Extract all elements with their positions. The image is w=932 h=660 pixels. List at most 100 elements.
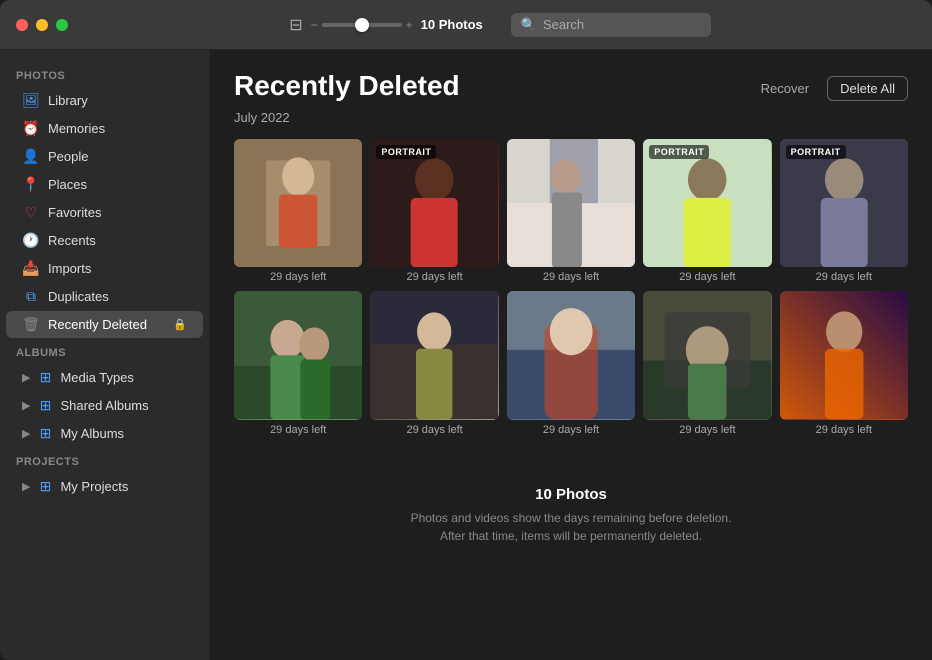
days-left-label: 29 days left [234,271,362,283]
sidebar-item-label: Duplicates [48,289,109,304]
sidebar-item-label: Places [48,177,87,192]
traffic-lights [16,19,68,31]
sidebar-item-my-albums[interactable]: ▶ ⊞ My Albums [6,420,203,447]
photo-item[interactable]: 29 days left [234,291,362,435]
portrait-badge: PORTRAIT [376,145,436,159]
photo-thumbnail: PORTRAIT [370,139,498,267]
photo-item[interactable]: PORTRAIT 29 days left [780,139,908,283]
content-footer: 10 Photos Photos and videos show the day… [234,456,908,565]
places-icon: 📍 [22,176,40,193]
app-window: ⊟ − + 10 Photos 🔍 Photos 🖼 Library [0,0,932,660]
sidebar-section-photos: Photos [0,62,209,86]
sidebar-item-recents[interactable]: 🕐 Recents [6,227,203,254]
days-left-label: 29 days left [643,424,771,436]
sidebar-item-my-projects[interactable]: ▶ ⊞ My Projects [6,473,203,500]
library-icon: 🖼 [22,92,40,109]
sidebar-item-label: Recently Deleted [48,317,147,332]
close-button[interactable] [16,19,28,31]
duplicates-icon: ⧉ [22,288,40,305]
sidebar: Photos 🖼 Library ⏰ Memories 👤 People 📍 P… [0,50,210,660]
media-types-icon: ⊞ [36,369,54,386]
sidebar-item-label: Imports [48,261,91,276]
recents-icon: 🕐 [22,232,40,249]
sidebar-item-label: Library [48,93,88,108]
search-input[interactable] [543,17,701,32]
slider-minus-icon: − [311,18,318,32]
trash-icon: 🗑 [22,316,40,333]
memories-icon: ⏰ [22,120,40,137]
photo-item[interactable]: 29 days left [370,291,498,435]
header-actions: Recover Delete All [751,76,908,101]
main-layout: Photos 🖼 Library ⏰ Memories 👤 People 📍 P… [0,50,932,660]
zoom-slider[interactable] [322,23,402,27]
days-left-label: 29 days left [370,424,498,436]
expand-arrow-icon: ▶ [22,371,30,384]
sidebar-section-albums: Albums [0,339,209,363]
search-bar[interactable]: 🔍 [511,13,711,37]
sidebar-item-label: People [48,149,88,164]
days-left-label: 29 days left [507,424,635,436]
portrait-badge: PORTRAIT [786,145,846,159]
sidebar-item-media-types[interactable]: ▶ ⊞ Media Types [6,364,203,391]
delete-all-button[interactable]: Delete All [827,76,908,101]
days-left-label: 29 days left [780,424,908,436]
sidebar-item-memories[interactable]: ⏰ Memories [6,115,203,142]
my-projects-icon: ⊞ [36,478,54,495]
slider-plus-icon: + [406,18,413,32]
photo-thumbnail [507,291,635,419]
photo-thumbnail: PORTRAIT [643,139,771,267]
photo-thumbnail [780,291,908,419]
sidebar-item-recently-deleted[interactable]: 🗑 Recently Deleted 🔒 [6,311,203,338]
my-albums-icon: ⊞ [36,425,54,442]
footer-description: Photos and videos show the days remainin… [234,509,908,545]
content-header: Recently Deleted Recover Delete All [234,70,908,102]
sidebar-item-label: Media Types [60,370,133,385]
imports-icon: 📥 [22,260,40,277]
photo-item[interactable]: 29 days left [234,139,362,283]
sidebar-item-label: Recents [48,233,96,248]
minimize-button[interactable] [36,19,48,31]
photo-item[interactable]: 29 days left [780,291,908,435]
photo-item[interactable]: PORTRAIT 29 days left [643,139,771,283]
recover-button[interactable]: Recover [751,77,819,100]
sidebar-item-library[interactable]: 🖼 Library [6,87,203,114]
sidebar-item-label: My Projects [60,479,128,494]
photo-count: 10 Photos [421,17,483,32]
days-left-label: 29 days left [780,271,908,283]
view-icon: ⊟ [289,15,302,35]
sidebar-item-duplicates[interactable]: ⧉ Duplicates [6,283,203,310]
photo-thumbnail [234,139,362,267]
days-left-label: 29 days left [370,271,498,283]
shared-albums-icon: ⊞ [36,397,54,414]
photo-thumbnail: PORTRAIT [780,139,908,267]
expand-arrow-icon: ▶ [22,399,30,412]
slider-thumb [355,18,369,32]
sidebar-item-shared-albums[interactable]: ▶ ⊞ Shared Albums [6,392,203,419]
lock-icon: 🔒 [173,318,187,331]
maximize-button[interactable] [56,19,68,31]
sidebar-item-favorites[interactable]: ♡ Favorites [6,199,203,226]
footer-photo-count: 10 Photos [234,486,908,503]
sidebar-item-people[interactable]: 👤 People [6,143,203,170]
photo-item[interactable]: PORTRAIT 29 days left [370,139,498,283]
titlebar-center: ⊟ − + 10 Photos 🔍 [84,13,916,37]
content-area: Recently Deleted Recover Delete All July… [210,50,932,660]
days-left-label: 29 days left [643,271,771,283]
search-icon: 🔍 [521,17,537,33]
photo-thumbnail [507,139,635,267]
days-left-label: 29 days left [507,271,635,283]
photo-grid: 29 days left PORTRAIT 29 days left [234,139,908,436]
titlebar: ⊟ − + 10 Photos 🔍 [0,0,932,50]
favorites-icon: ♡ [22,204,40,221]
sidebar-item-imports[interactable]: 📥 Imports [6,255,203,282]
expand-arrow-icon: ▶ [22,480,30,493]
photo-thumbnail [643,291,771,419]
people-icon: 👤 [22,148,40,165]
sidebar-item-places[interactable]: 📍 Places [6,171,203,198]
photo-item[interactable]: 29 days left [507,139,635,283]
photo-item[interactable]: 29 days left [507,291,635,435]
sidebar-item-label: My Albums [60,426,124,441]
photo-item[interactable]: 29 days left [643,291,771,435]
page-title: Recently Deleted [234,70,460,102]
days-left-label: 29 days left [234,424,362,436]
